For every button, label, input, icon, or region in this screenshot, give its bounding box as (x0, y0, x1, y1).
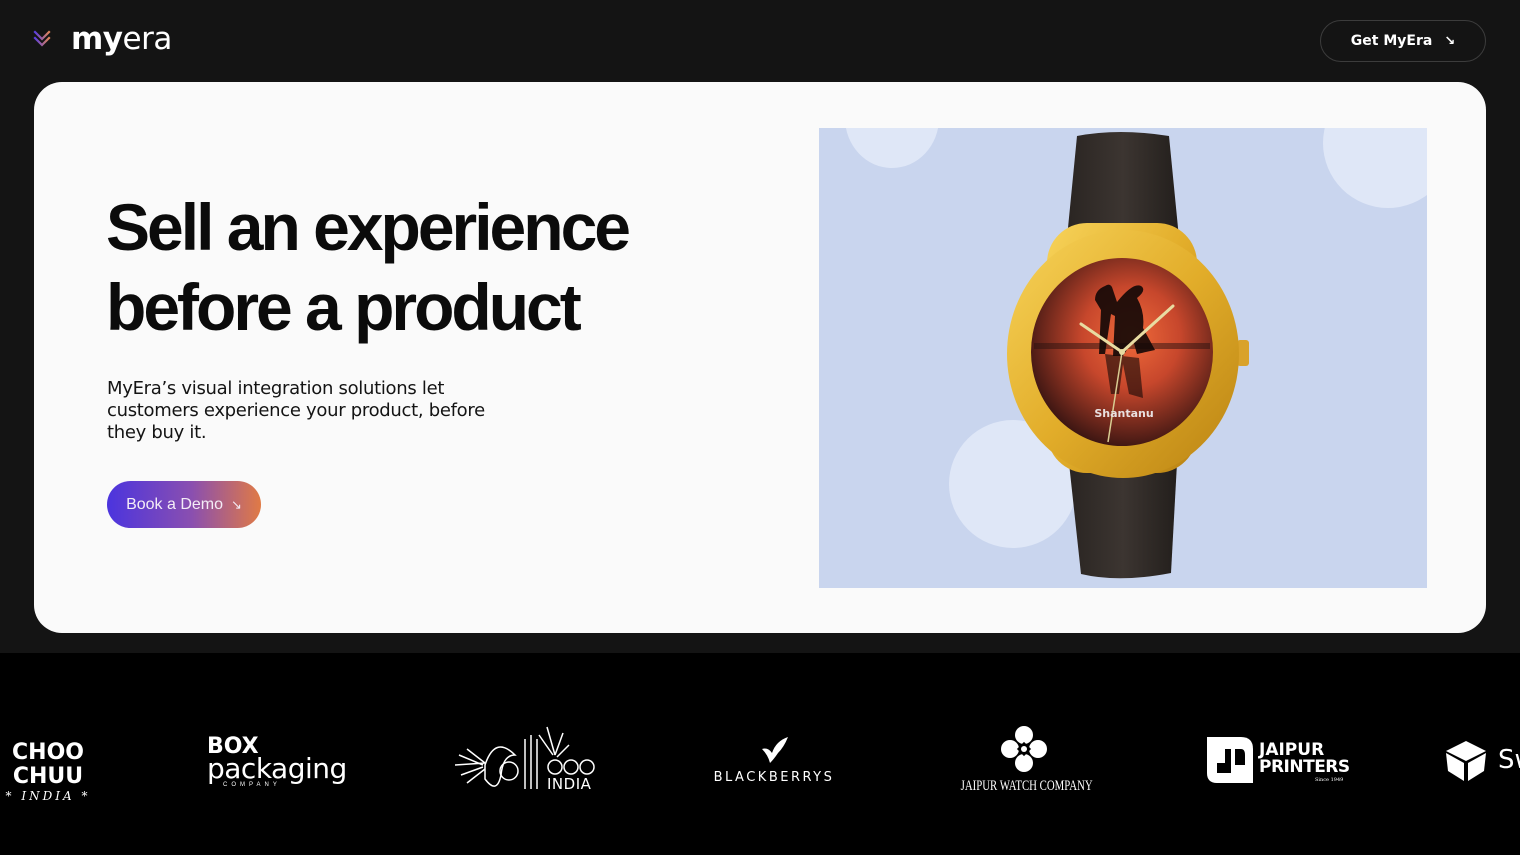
cube-icon (1446, 741, 1486, 781)
brand-logo-sw: Sw (1444, 739, 1520, 783)
brand-logo-jaipur-printers: JAIPUR PRINTERS Since 1949 (1207, 737, 1350, 785)
brand-logo-box-packaging: BOX packaging COMPANY (207, 734, 347, 789)
get-myera-button[interactable]: Get MyEra ↘ (1320, 20, 1486, 62)
book-demo-button[interactable]: Book a Demo ↘ (107, 481, 261, 528)
hero-description: MyEra’s visual integration solutions let… (107, 378, 485, 443)
hero-card: Sell an experience before a product MyEr… (34, 82, 1486, 633)
watch-strap-top (1067, 132, 1179, 238)
book-demo-label: Book a Demo (126, 495, 224, 513)
hero-title-line-2: before a product (106, 270, 582, 344)
logo-wordmark: myera (71, 20, 172, 57)
myera-logo-mark-icon (33, 30, 67, 49)
brand-logos-strip: CHOO CHUU * INDIA * BOX packaging COMPAN… (0, 653, 1520, 855)
hero-title-line-1: Sell an experience (106, 190, 631, 264)
brand-logo-blackberrys: BLACKBERRYS (706, 737, 842, 785)
brand-logo-jaipur-watch-company: JAIPUR WATCH COMPANY (958, 725, 1093, 795)
get-myera-label: Get MyEra (1350, 33, 1433, 49)
brand-logo-bamboo-india: INDIA (455, 725, 595, 797)
jaipur-printers-mark-icon (1207, 737, 1253, 783)
watch-illustration (1007, 132, 1249, 579)
product-image-watch: Shantanu (819, 128, 1427, 588)
brand-logo-choo-chuu: CHOO CHUU * INDIA * (5, 740, 91, 804)
watch-strap-bottom (1069, 463, 1177, 579)
watch-engraved-name: Shantanu (1094, 407, 1154, 420)
jaipur-watch-emblem-icon (1001, 726, 1047, 772)
hero-title: Sell an experience before a product (106, 187, 631, 347)
bird-wing-icon (762, 737, 788, 763)
arrow-down-right-icon: ↘ (231, 496, 242, 512)
arrow-down-right-icon: ↘ (1444, 33, 1456, 49)
myera-logo[interactable]: myera (33, 22, 172, 56)
